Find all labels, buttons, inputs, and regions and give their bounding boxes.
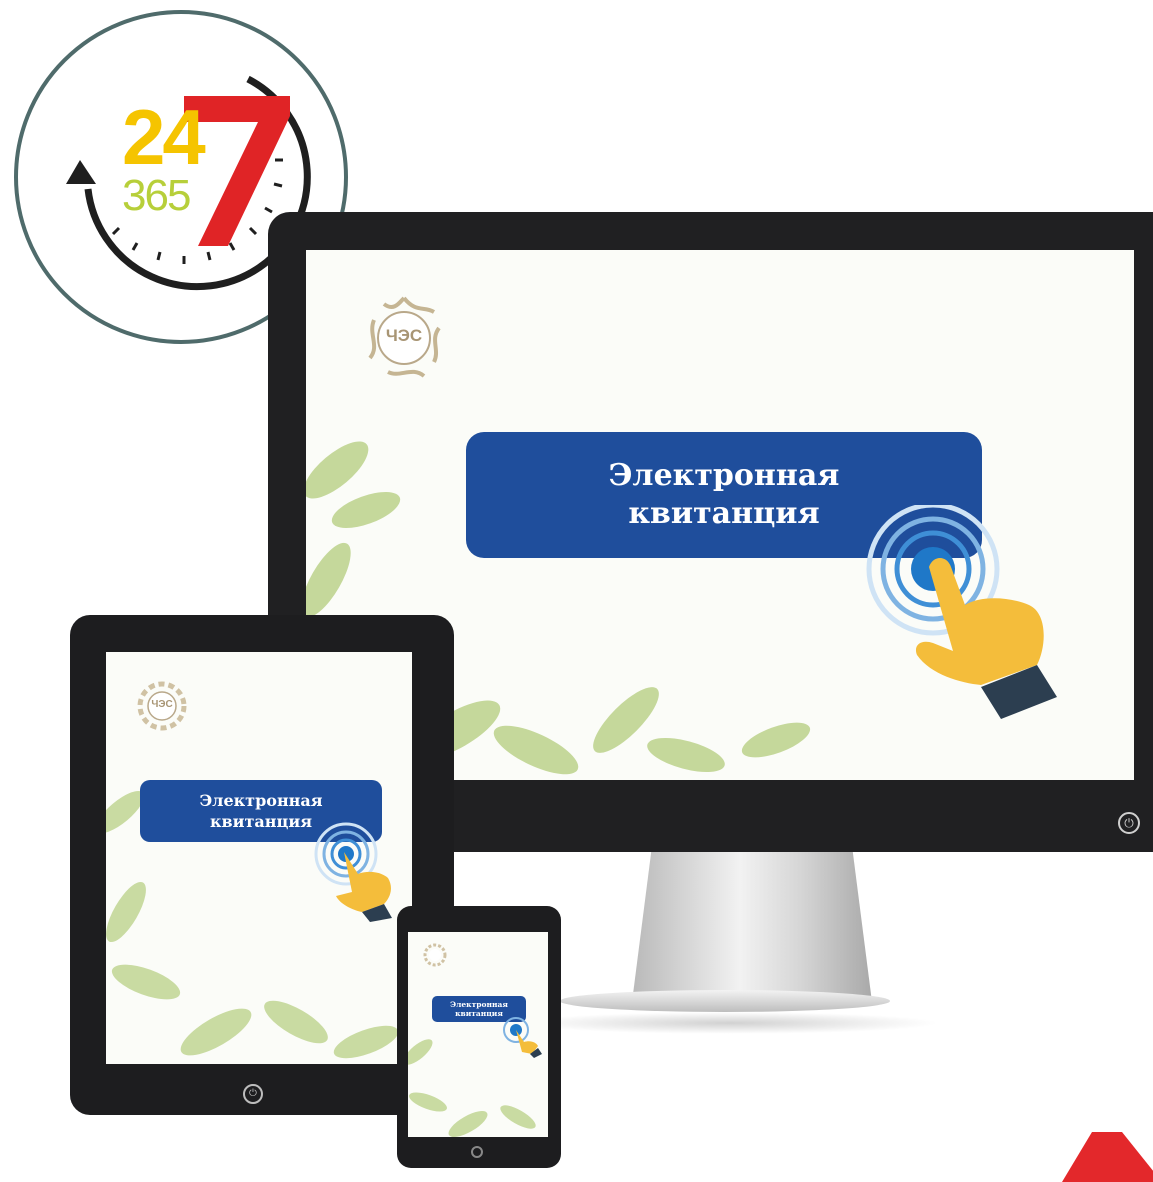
badge-24: 24 [122,93,206,181]
tablet-screen: ЧЭС Электронная квитанция [106,652,412,1064]
badge-365: 365 [122,171,191,220]
monitor-shadow [520,1012,940,1034]
logo-text: ЧЭС [151,699,173,710]
pointing-hand-icon [503,1017,542,1058]
monitor-stand [632,852,872,1002]
sun-logo-icon: ЧЭС [134,678,190,734]
corner-arrow-icon [1062,1132,1153,1182]
power-icon[interactable]: ⏻ [243,1084,263,1104]
monitor-base [560,990,890,1012]
e-receipt-line1: Электронная [608,458,840,493]
e-receipt-line1: Электронная [450,999,508,1009]
pointing-hand-icon [866,505,1057,719]
phone-screen: Электронная квитанция [408,932,548,1137]
sun-logo-icon [422,942,448,968]
pointing-hand-icon [314,822,392,922]
sun-logo-icon: ЧЭС [354,288,454,388]
logo-text: ЧЭС [385,326,423,345]
power-icon[interactable]: ⏻ [1118,812,1140,834]
home-button[interactable] [471,1146,483,1158]
e-receipt-line1: Электронная [199,791,323,810]
